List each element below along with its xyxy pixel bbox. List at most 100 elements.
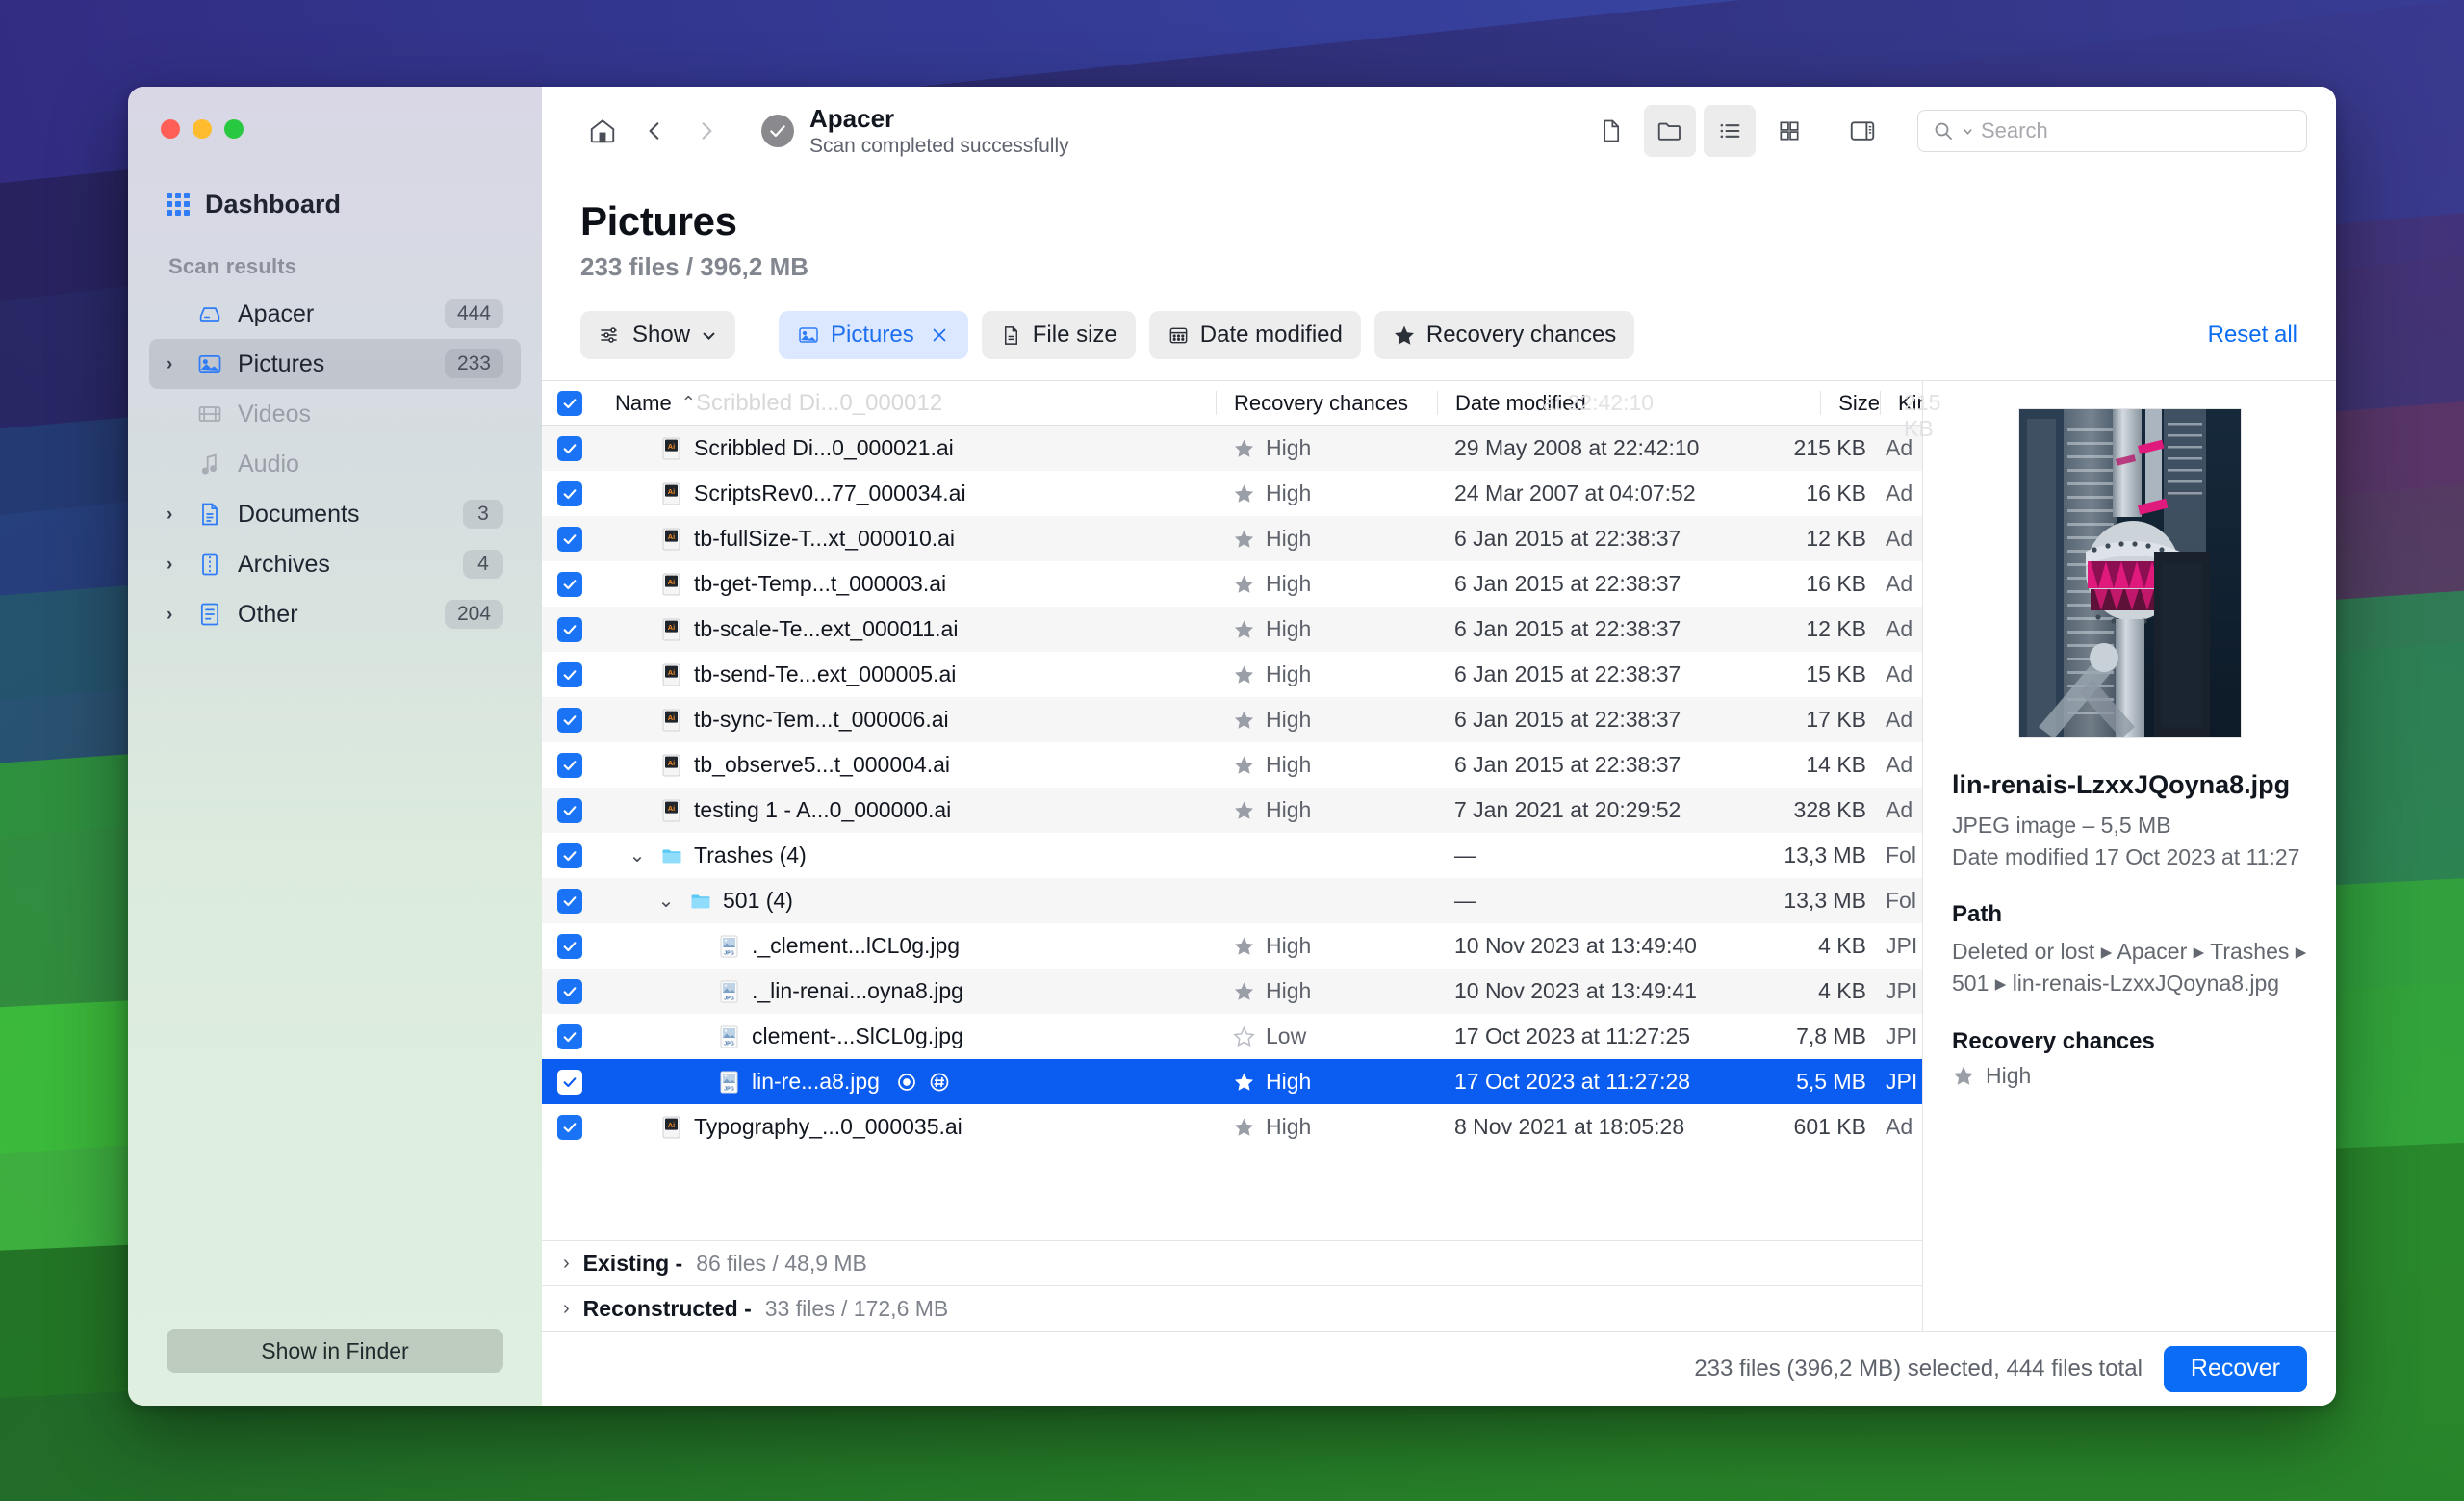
close-button[interactable] <box>161 119 180 139</box>
filter-chip-recovery-chances[interactable]: Recovery chances <box>1373 311 1635 359</box>
column-header-recovery[interactable]: Recovery chances <box>1216 390 1437 417</box>
row-checkbox[interactable] <box>542 842 598 868</box>
toolbar: Apacer Scan completed successfully Searc… <box>542 87 2336 175</box>
row-checkbox[interactable] <box>542 616 598 642</box>
close-icon[interactable] <box>929 324 950 346</box>
recover-button[interactable]: Recover <box>2163 1345 2307 1392</box>
row-kind-cell: Ad <box>1886 571 1913 596</box>
column-header-size[interactable]: Size <box>1726 390 1880 417</box>
group-row[interactable]: › Existing - 86 files / 48,9 MB <box>542 1240 1922 1285</box>
table-row[interactable]: Ai tb-scale-Te...ext_000011.ai High 6 Ja… <box>542 607 1922 652</box>
table-row[interactable]: Ai Typography_...0_000035.ai High 8 Nov … <box>542 1104 1922 1150</box>
row-recovery-value: High <box>1266 797 1312 822</box>
sidebar-item-apacer[interactable]: ›Apacer444 <box>149 289 521 339</box>
eye-icon[interactable] <box>895 1071 918 1094</box>
filter-chip-date-modified[interactable]: Date modified <box>1148 311 1361 359</box>
calendar-icon <box>1168 324 1190 347</box>
column-header-name[interactable]: Name ⌃ <box>598 390 1216 417</box>
table-row[interactable]: JPG lin-re...a8.jpg High 17 Oct 2023 at … <box>542 1059 1922 1104</box>
folder-view-icon[interactable] <box>1644 105 1696 157</box>
table-row[interactable]: JPG ._lin-renai...oyna8.jpg High 10 Nov … <box>542 969 1922 1014</box>
sidebar-item-audio[interactable]: ›Audio <box>149 439 521 489</box>
sidebar-item-label: Pictures <box>238 349 325 377</box>
sidebar-item-videos[interactable]: ›Videos <box>149 389 521 439</box>
row-checkbox[interactable] <box>542 480 598 506</box>
star-icon <box>1234 484 1254 503</box>
table-row[interactable]: Ai tb_observe5...t_000004.ai High 6 Jan … <box>542 742 1922 788</box>
table-row[interactable]: JPG clement-...SlCL0g.jpg Low 17 Oct 202… <box>542 1014 1922 1059</box>
row-checkbox[interactable] <box>542 888 598 914</box>
chevron-right-icon[interactable]: › <box>167 556 182 574</box>
row-checkbox[interactable] <box>542 435 598 461</box>
row-kind-cell: Ad <box>1886 661 1913 686</box>
chevron-right-icon[interactable]: › <box>563 1253 570 1275</box>
group-row[interactable]: › Reconstructed - 33 files / 172,6 MB <box>542 1285 1922 1331</box>
row-checkbox[interactable] <box>542 752 598 778</box>
sidebar-item-documents[interactable]: › Documents 3 <box>149 489 521 539</box>
row-recovery-cell: High <box>1216 1069 1437 1095</box>
row-checkbox[interactable] <box>542 526 598 552</box>
show-filter-button[interactable]: Show <box>580 311 736 359</box>
forward-button[interactable] <box>680 105 732 157</box>
chevron-down-icon[interactable] <box>1963 126 1973 137</box>
sidebar-item-dashboard[interactable]: Dashboard <box>149 179 521 229</box>
show-in-finder-button[interactable]: Show in Finder <box>167 1329 503 1373</box>
row-name-cell: ⌄ Trashes (4) <box>598 842 1216 868</box>
list-view-icon[interactable] <box>1704 105 1756 157</box>
row-date-cell: 6 Jan 2015 at 22:38:37 <box>1454 661 1681 686</box>
sidebar-item-other[interactable]: › Other 204 <box>149 589 521 639</box>
table-row[interactable]: Ai tb-fullSize-T...xt_000010.ai High 6 J… <box>542 516 1922 561</box>
table-row[interactable]: Ai tb-sync-Tem...t_000006.ai High 6 Jan … <box>542 697 1922 742</box>
minimize-button[interactable] <box>192 119 212 139</box>
svg-text:Ai: Ai <box>668 486 675 495</box>
chevron-right-icon[interactable]: › <box>167 355 182 374</box>
row-checkbox[interactable] <box>542 571 598 597</box>
table-row[interactable]: JPG ._clement...lCL0g.jpg High 10 Nov 20… <box>542 923 1922 969</box>
row-checkbox[interactable] <box>542 1069 598 1095</box>
table-row[interactable]: ⌄ Trashes (4) — 13,3 MB Fol <box>542 833 1922 878</box>
row-date-cell: — <box>1454 888 1476 913</box>
hash-icon[interactable] <box>928 1071 951 1094</box>
grid-view-icon[interactable] <box>1763 105 1815 157</box>
filter-chip-file-size[interactable]: File size <box>981 311 1136 359</box>
row-checkbox[interactable] <box>542 978 598 1004</box>
row-recovery-cell: High <box>1216 797 1437 823</box>
search-input[interactable]: Search <box>1917 110 2307 152</box>
row-file-name: ScriptsRev0...77_000034.ai <box>694 480 966 505</box>
show-filter-label: Show <box>632 322 691 348</box>
row-checkbox[interactable] <box>542 707 598 733</box>
table-row[interactable]: Ai Scribbled Di...0_000021.ai High 29 Ma… <box>542 426 1922 471</box>
row-checkbox[interactable] <box>542 933 598 959</box>
chevron-right-icon[interactable]: › <box>167 606 182 624</box>
filter-chip-pictures[interactable]: Pictures <box>779 311 968 359</box>
row-checkbox[interactable] <box>542 661 598 687</box>
table-row[interactable]: Ai tb-send-Te...ext_000005.ai High 6 Jan… <box>542 652 1922 697</box>
star-icon <box>1234 665 1254 684</box>
back-button[interactable] <box>629 105 680 157</box>
chevron-right-icon[interactable]: › <box>563 1298 570 1320</box>
row-name-cell: ⌄ 501 (4) <box>598 888 1216 914</box>
reset-all-button[interactable]: Reset all <box>2208 322 2297 349</box>
sidebar-item-pictures[interactable]: › Pictures 233 <box>149 339 521 389</box>
row-checkbox[interactable] <box>542 1023 598 1049</box>
table-row[interactable]: Ai testing 1 - A...0_000000.ai High 7 Ja… <box>542 788 1922 833</box>
row-checkbox[interactable] <box>542 797 598 823</box>
table-row[interactable]: ⌄ 501 (4) — 13,3 MB Fol <box>542 878 1922 923</box>
chevron-down-icon[interactable]: ⌄ <box>625 843 650 867</box>
filter-chip-label: Recovery chances <box>1425 322 1617 348</box>
row-checkbox[interactable] <box>542 1114 598 1140</box>
window-traffic-lights <box>128 87 542 139</box>
select-all-checkbox[interactable] <box>542 390 598 416</box>
zoom-button[interactable] <box>224 119 244 139</box>
sidebar-view-icon[interactable] <box>1836 105 1888 157</box>
scan-status-text: Apacer Scan completed successfully <box>809 104 1069 158</box>
table-row[interactable]: Ai tb-get-Temp...t_000003.ai High 6 Jan … <box>542 561 1922 607</box>
file-view-icon[interactable] <box>1584 105 1636 157</box>
row-date-cell: 6 Jan 2015 at 22:38:37 <box>1454 752 1681 777</box>
chevron-right-icon[interactable]: › <box>167 505 182 524</box>
home-icon[interactable] <box>577 105 629 157</box>
grid-icon <box>167 193 190 216</box>
sidebar-item-archives[interactable]: › Archives 4 <box>149 539 521 589</box>
chevron-down-icon[interactable]: ⌄ <box>654 889 679 913</box>
table-row[interactable]: Ai ScriptsRev0...77_000034.ai High 24 Ma… <box>542 471 1922 516</box>
